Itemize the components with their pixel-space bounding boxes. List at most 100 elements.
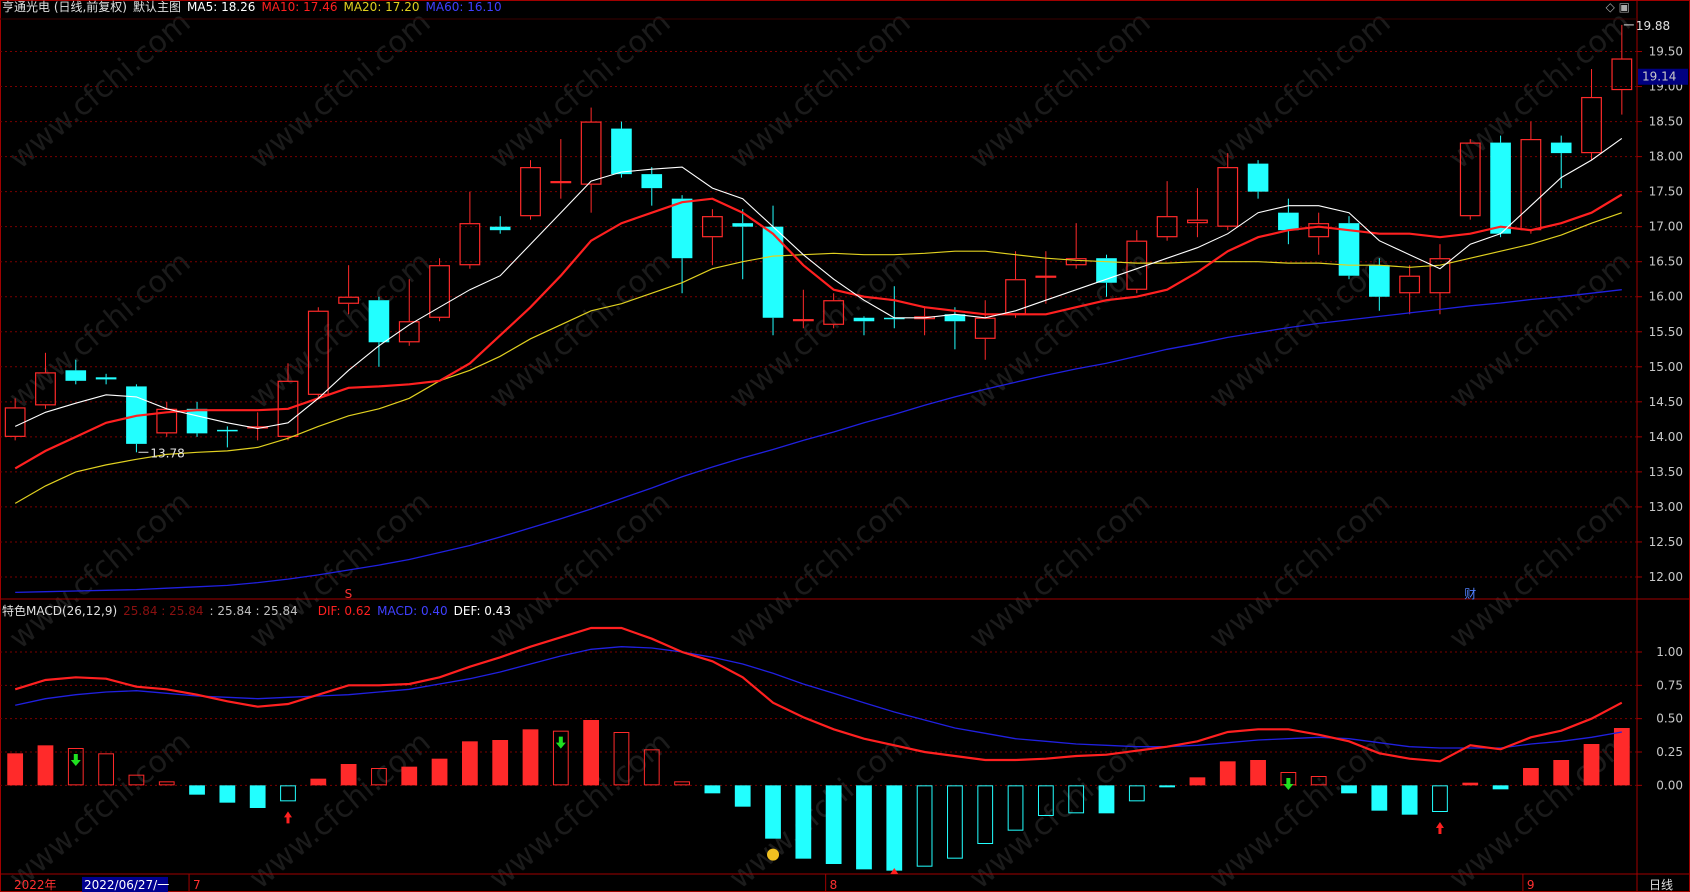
candle — [459, 191, 481, 269]
candle-body — [671, 198, 693, 259]
watermark-text: www.cfchi.com — [963, 245, 1158, 416]
candle — [1156, 181, 1178, 241]
candle — [1399, 265, 1421, 315]
watermark-text: www.cfchi.com — [963, 725, 1158, 892]
month-8-label: 8 — [830, 878, 838, 892]
candle — [520, 160, 541, 220]
restore-icon[interactable]: ▣ — [1619, 0, 1630, 14]
macd-panel-header: 特色MACD(26,12,9) 25.84 : 25.84: 25.84 : 25… — [2, 604, 517, 618]
macd-bar — [7, 753, 24, 786]
watermark-text: www.cfchi.com — [3, 485, 198, 656]
candle-body — [186, 408, 208, 434]
candle-body — [974, 317, 996, 339]
annotation-label: 19.88 — [1636, 19, 1670, 33]
sell-signal-arrow — [1283, 778, 1294, 790]
macd-bar — [158, 781, 175, 786]
candle — [1187, 188, 1208, 238]
macd-bar — [461, 741, 478, 786]
watermark-text: www.cfchi.com — [1203, 245, 1398, 416]
macd-bar — [1219, 761, 1236, 786]
candle-body — [1278, 212, 1299, 231]
candle-body — [217, 429, 238, 432]
candle-body — [1217, 167, 1239, 227]
def-label: DEF: 0.43 — [453, 604, 512, 618]
macd-bar — [1613, 728, 1630, 786]
stock-title[interactable]: 亨通光电 (日线,前复权) — [2, 0, 127, 14]
watermark-text: www.cfchi.com — [243, 5, 438, 176]
watermark-text: www.cfchi.com — [1443, 5, 1638, 176]
candle-body — [459, 223, 481, 266]
cai-marker: 财 — [1464, 587, 1476, 601]
candle — [1338, 216, 1360, 280]
macd-bar — [1553, 760, 1570, 786]
price-tick-label: 12.50 — [1649, 535, 1683, 549]
candle — [701, 209, 723, 266]
diamond-icon[interactable]: ◇ — [1606, 0, 1615, 14]
watermark-text: www.cfchi.com — [3, 725, 198, 892]
ma10-label: MA10: 17.46 — [261, 0, 338, 14]
candle-body — [368, 300, 390, 343]
macd-bar — [340, 764, 357, 786]
price-panel-header: 亨通光电 (日线,前复权) 默认主图 MA5: 18.26 MA10: 17.46 MA… — [2, 0, 508, 14]
macd-bar — [1523, 768, 1539, 786]
watermark-text: www.cfchi.com — [1443, 725, 1638, 892]
candle — [550, 139, 572, 199]
macd-bar — [189, 785, 205, 795]
macd-bar — [37, 745, 54, 786]
smiley-icon — [767, 848, 780, 861]
macd-vals1: 25.84 : 25.84 — [123, 604, 204, 618]
macd-bar — [916, 785, 933, 867]
macd-bar — [1159, 785, 1176, 788]
macd-tick-label: 0.50 — [1656, 712, 1683, 726]
macd-bar — [249, 785, 266, 808]
watermark-text: www.cfchi.com — [963, 5, 1158, 176]
candle-body — [792, 319, 814, 322]
candle — [1520, 121, 1542, 234]
macd-bar — [1432, 785, 1448, 812]
macd-bar — [431, 758, 448, 786]
price-tick-label: 16.50 — [1649, 255, 1683, 269]
candle-body — [1520, 139, 1542, 231]
macd-bar — [704, 785, 721, 794]
window-icons[interactable]: ◇ ▣ — [1606, 0, 1630, 14]
candle-body — [1399, 275, 1421, 294]
watermark-text: www.cfchi.com — [483, 245, 678, 416]
stock-chart[interactable]: www.cfchi.com www.cfchi.com www.cfchi.com w… — [0, 0, 1690, 892]
macd-bar — [1341, 785, 1357, 794]
dif-label: DIF: 0.62 — [317, 604, 372, 618]
outer-frame — [0, 0, 1690, 892]
price-tick-label: 13.00 — [1649, 500, 1683, 514]
candle — [974, 300, 996, 360]
watermark-text: www.cfchi.com — [1203, 5, 1398, 176]
candle-body — [580, 121, 602, 185]
candle — [641, 167, 663, 206]
macd-title[interactable]: 特色MACD(26,12,9) — [2, 604, 117, 618]
macd-bar — [795, 785, 812, 859]
watermark-text: www.cfchi.com — [3, 245, 198, 416]
candle-body — [550, 181, 572, 184]
macd-bar — [1250, 760, 1266, 786]
current-price-label: 19.14 — [1642, 70, 1676, 84]
candle-body — [65, 370, 87, 381]
candle — [1005, 251, 1026, 318]
price-tick-label: 15.00 — [1649, 360, 1683, 374]
candle — [95, 373, 117, 385]
macd-tick-label: 1.00 — [1656, 645, 1683, 659]
candle — [1490, 135, 1511, 238]
macd-bar — [401, 766, 418, 786]
price-tick-label: 15.50 — [1649, 325, 1683, 339]
price-tick-label: 13.50 — [1649, 465, 1683, 479]
buy-signal-arrow — [283, 811, 292, 824]
macd-value-label: MACD: 0.40 — [377, 604, 448, 618]
period-label: 日线 — [1649, 878, 1673, 892]
price-tick-label: 17.00 — [1649, 220, 1683, 234]
macd-bar — [583, 720, 600, 786]
macd-bar — [947, 785, 963, 859]
macd-bar — [1128, 785, 1145, 802]
buy-signal-arrow — [1435, 822, 1444, 834]
macd-bar — [1189, 777, 1206, 786]
candle-body — [732, 223, 754, 227]
candle-body — [489, 226, 511, 231]
main-chart-label[interactable]: 默认主图 — [133, 0, 181, 14]
date-label: 2022/06/27/一 — [84, 878, 169, 892]
